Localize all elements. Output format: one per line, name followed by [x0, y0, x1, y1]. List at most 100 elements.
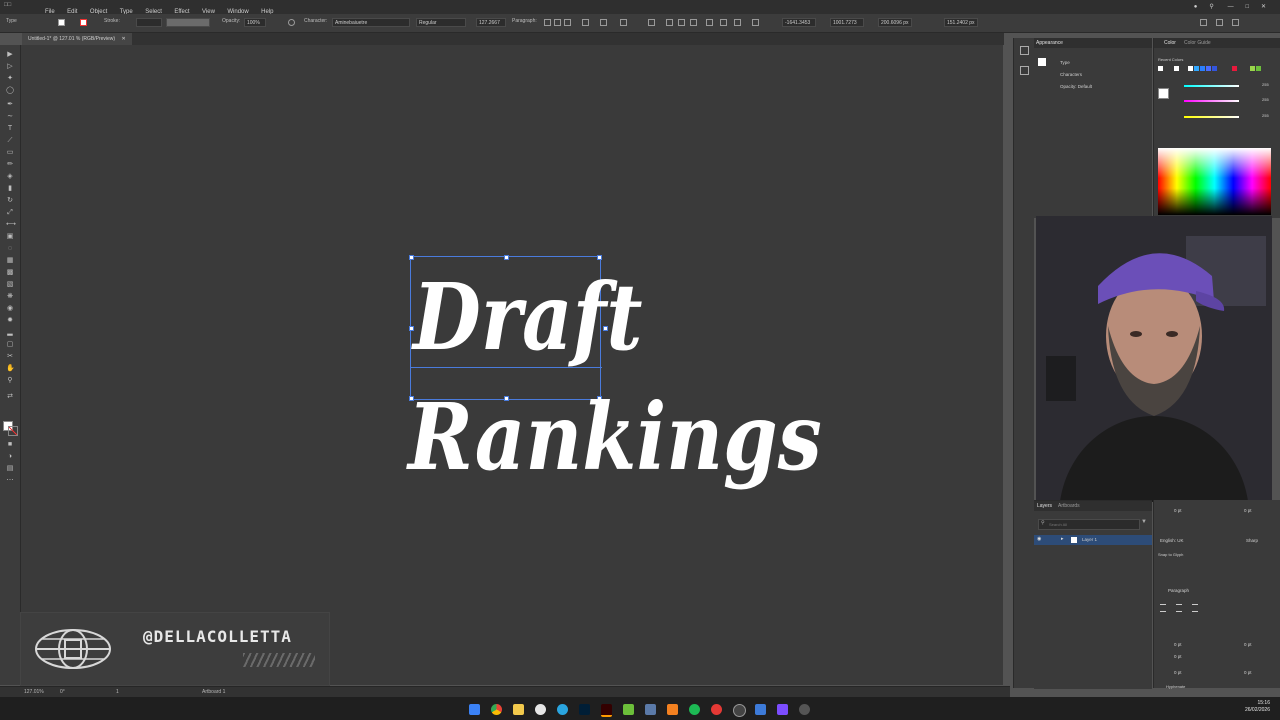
column-graph-tool-icon[interactable]: ▂ [6, 329, 14, 336]
appearance-characters-row[interactable]: Characters [1060, 72, 1082, 77]
numbering-icon[interactable] [600, 19, 607, 26]
draw-mode-icon[interactable]: ◑ [6, 453, 14, 460]
align-left-paragraph-icon[interactable] [1160, 604, 1166, 612]
rectangle-tool-icon[interactable]: ▭ [6, 149, 14, 156]
search-icon[interactable]: ⚲ [1209, 0, 1213, 14]
r-slider[interactable] [1184, 85, 1239, 87]
rotation-value[interactable]: 0° [60, 689, 65, 695]
artwork-line-1[interactable]: Draft [413, 267, 642, 367]
layers-search-field[interactable]: ⚲ [1038, 519, 1140, 530]
eraser-tool-icon[interactable]: ▮ [6, 185, 14, 192]
app-icon-red[interactable] [711, 704, 722, 715]
file-explorer-icon[interactable] [513, 704, 524, 715]
character-label[interactable]: Character: [304, 18, 327, 24]
selection-tool-icon[interactable]: ▶ [6, 51, 14, 58]
warp-icon[interactable] [620, 19, 627, 26]
eyedropper-tool-icon[interactable]: ❋ [6, 293, 14, 300]
distribute-vertical-icon[interactable] [706, 19, 713, 26]
app-icon-green[interactable] [623, 704, 634, 715]
align-center-icon[interactable] [554, 19, 561, 26]
appearance-opacity-row[interactable]: Opacity: Default [1060, 84, 1092, 89]
illustrator-icon[interactable] [601, 704, 612, 717]
app-icon-diamond[interactable] [755, 704, 766, 715]
paragraph-label[interactable]: Paragraph: [512, 18, 537, 24]
zoom-level[interactable]: 127.01% [24, 689, 44, 695]
color-spectrum[interactable] [1158, 148, 1271, 215]
recent-swatch-blue-2[interactable] [1200, 66, 1205, 71]
close-tab-icon[interactable]: ✕ [121, 36, 125, 42]
hand-tool-icon[interactable]: ✋ [6, 365, 15, 372]
color-tab[interactable]: Color [1164, 40, 1176, 46]
left-indent-value[interactable]: 0 pt [1174, 642, 1182, 647]
curvature-tool-icon[interactable]: ∼ [6, 113, 14, 120]
align-vertical-icon[interactable] [666, 19, 673, 26]
recent-swatch-white[interactable] [1158, 66, 1163, 71]
align-right-paragraph-icon[interactable] [1192, 604, 1198, 612]
selection-handle[interactable] [409, 255, 414, 260]
line-tool-icon[interactable]: ⟋ [6, 137, 14, 144]
artboard-number[interactable]: 1 [116, 689, 119, 695]
artwork-line-2[interactable]: Rankings [408, 387, 822, 487]
space-before-value[interactable]: 0 pt [1174, 670, 1182, 675]
antialias-select[interactable]: Sharp [1246, 538, 1258, 543]
layers-search-input[interactable] [1049, 520, 1129, 528]
swap-fill-stroke-icon[interactable]: ⇄ [6, 393, 14, 400]
y-field[interactable]: 1001.7273 [830, 18, 864, 27]
slice-tool-icon[interactable]: ✂ [6, 353, 14, 360]
recent-swatch-blue-3[interactable] [1206, 66, 1211, 71]
recent-swatch-white-2[interactable] [1174, 66, 1179, 71]
perspective-grid-tool-icon[interactable]: ▦ [6, 257, 14, 264]
align-horizontal-icon[interactable] [678, 19, 685, 26]
recent-swatch-blue-4[interactable] [1212, 66, 1217, 71]
free-transform-tool-icon[interactable]: ▣ [6, 233, 14, 240]
direct-selection-tool-icon[interactable]: ▷ [6, 63, 14, 70]
home-icon[interactable]: □□ [4, 2, 26, 12]
layer-name[interactable]: Layer 1 [1082, 537, 1097, 542]
distribute-horizontal-icon[interactable] [720, 19, 727, 26]
filter-icon[interactable]: ▼ [1141, 519, 1147, 525]
close-icon[interactable]: ✕ [1261, 0, 1266, 14]
first-line-indent-value[interactable]: 0 pt [1174, 654, 1182, 659]
paintbrush-tool-icon[interactable]: ✏ [6, 161, 14, 168]
align-left-icon[interactable] [544, 19, 551, 26]
artboards-tab[interactable]: Artboards [1058, 503, 1080, 509]
space-after-value[interactable]: 0 pt [1244, 670, 1252, 675]
b-value[interactable]: 255 [1262, 113, 1269, 118]
expand-chevron-icon[interactable]: ▸ [1061, 536, 1064, 542]
align-objects-icon[interactable] [648, 19, 655, 26]
width-tool-icon[interactable]: ⟷ [6, 221, 16, 228]
system-clock[interactable]: 15:16 26/02/2026 [1245, 700, 1270, 714]
maximize-icon[interactable]: □ [1245, 0, 1249, 14]
start-menu-icon[interactable] [469, 704, 480, 715]
share-icon[interactable] [1232, 19, 1239, 26]
pen-tool-icon[interactable]: ✒ [6, 101, 14, 108]
stroke-color-swatch[interactable] [8, 426, 18, 436]
type-tool-icon[interactable]: T [6, 125, 14, 132]
vlc-icon[interactable] [667, 704, 678, 715]
font-family-field[interactable]: Aminebaiuetre [332, 18, 410, 27]
layer-row[interactable]: ◉ ▸ Layer 1 [1034, 535, 1152, 545]
blend-tool-icon[interactable]: ◉ [6, 305, 14, 312]
app-icon-purple[interactable] [777, 704, 788, 715]
shape-builder-tool-icon[interactable]: ◌ [6, 245, 14, 252]
recent-swatch-red[interactable] [1232, 66, 1237, 71]
properties-panel-icon[interactable] [1020, 46, 1029, 55]
visibility-eye-icon[interactable]: ◉ [1037, 536, 1041, 542]
spotify-icon[interactable] [689, 704, 700, 715]
chrome-icon[interactable] [491, 704, 502, 715]
color-guide-tab[interactable]: Color Guide [1184, 40, 1211, 46]
selection-handle[interactable] [597, 255, 602, 260]
height-field[interactable]: 151.2402 px [944, 18, 978, 27]
artboard-tool-icon[interactable]: ▢ [6, 341, 14, 348]
stroke-weight-field[interactable] [136, 18, 162, 27]
recent-swatch-green-2[interactable] [1256, 66, 1261, 71]
right-indent-value[interactable]: 0 pt [1244, 642, 1252, 647]
recent-swatch-white-3[interactable] [1188, 66, 1193, 71]
align-center-paragraph-icon[interactable] [1176, 604, 1182, 612]
color-mode-icon[interactable]: ■ [6, 441, 14, 448]
g-slider[interactable] [1184, 100, 1239, 102]
photoshop-icon[interactable] [579, 704, 590, 715]
font-size-field[interactable]: 127.2667 [476, 18, 506, 27]
width-field[interactable]: 200.6096 px [878, 18, 912, 27]
screen-mode-icon[interactable]: ▤ [6, 465, 14, 472]
